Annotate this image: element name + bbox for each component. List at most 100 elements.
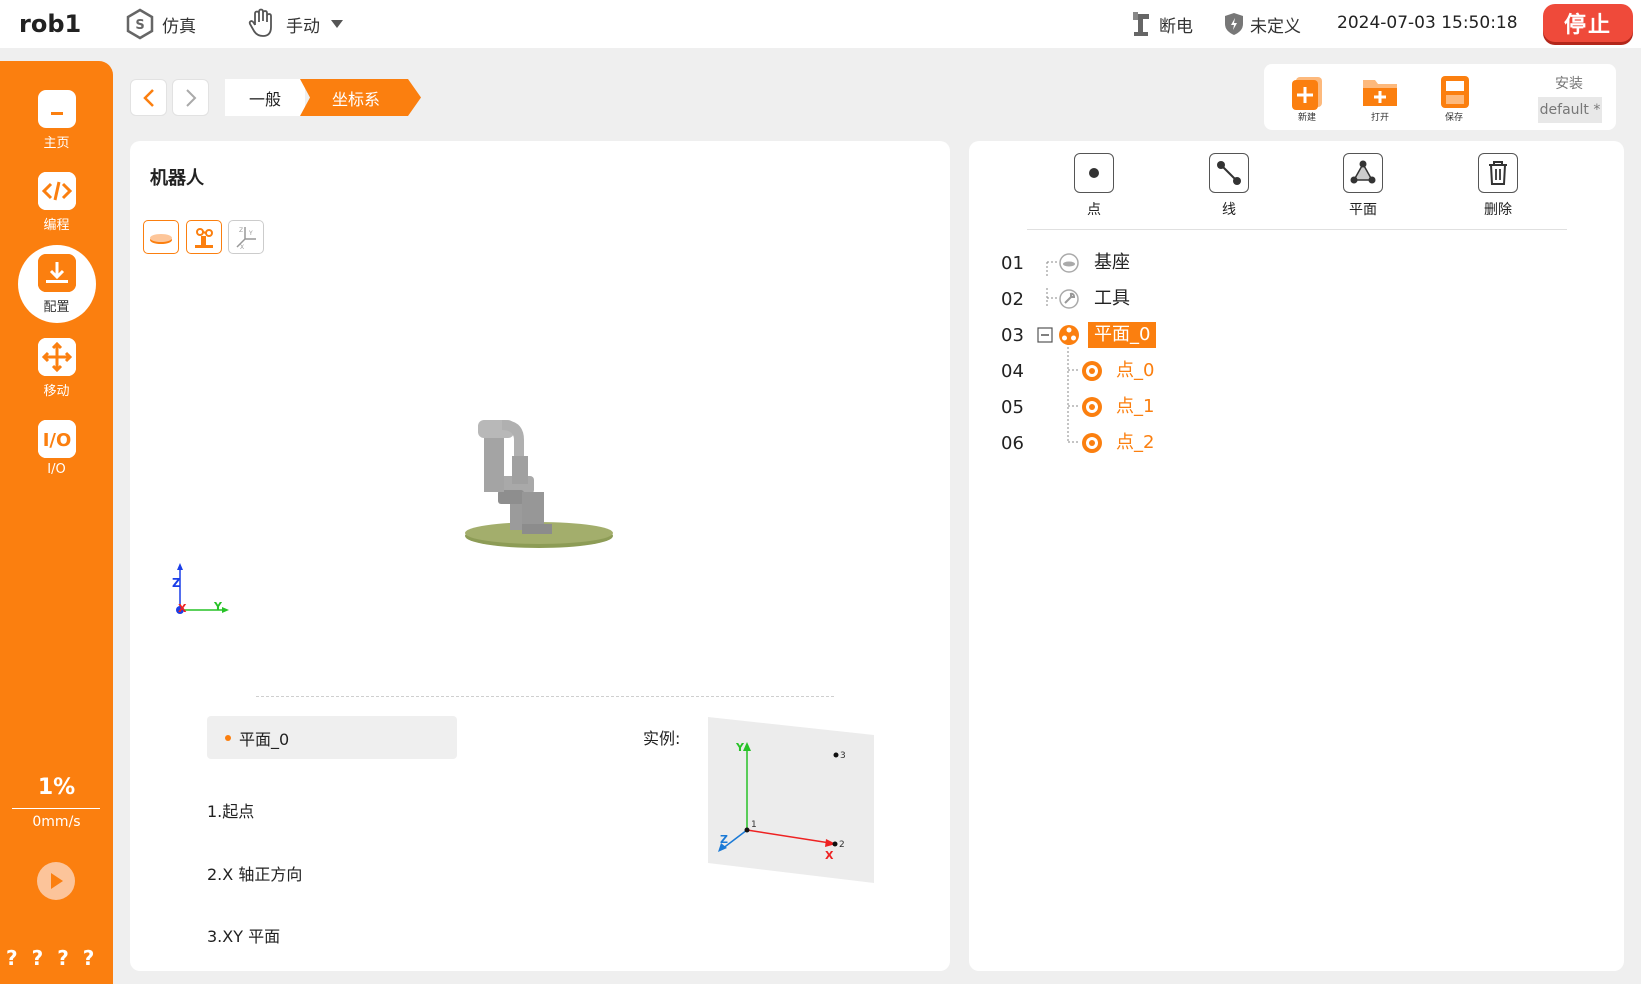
svg-text:X: X xyxy=(240,244,244,251)
sidebar-item-config[interactable]: 配置 xyxy=(0,254,113,324)
tree-row-label: 点_0 xyxy=(1116,360,1155,381)
trash-icon xyxy=(1478,153,1518,193)
tree-row[interactable]: 05 点_1 xyxy=(1001,392,1401,422)
install-label: 安装 xyxy=(1555,76,1583,92)
view-axes-button[interactable]: Z Y X xyxy=(228,220,264,254)
save-label: 保存 xyxy=(1444,113,1463,123)
config-icon xyxy=(37,254,76,292)
tree-row[interactable]: 04 点_0 xyxy=(1001,356,1401,386)
sidebar-item-label: I/O xyxy=(47,462,66,477)
plane-feature-icon xyxy=(1059,325,1079,345)
speed-percent: 1% xyxy=(37,775,76,800)
io-icon: I/O xyxy=(37,420,76,458)
chevron-right-icon xyxy=(185,88,196,107)
example-plane-diagram: Y X Z 1 2 3 xyxy=(708,717,874,883)
axis-z-label: Z xyxy=(172,576,181,590)
sidebar-item-io[interactable]: I/O I/O xyxy=(0,420,113,490)
point-icon xyxy=(1074,153,1114,193)
sidebar-item-program[interactable]: 编程 xyxy=(0,172,113,242)
delete-button[interactable]: 删除 xyxy=(1458,153,1538,219)
sidebar-item-home[interactable]: 主页 xyxy=(0,90,113,160)
tree-row-number: 03 xyxy=(1001,325,1024,346)
robot-name: rob1 xyxy=(19,10,82,38)
new-label: 新建 xyxy=(1297,113,1316,123)
panel-title: 机器人 xyxy=(150,168,204,189)
example-axis-y: Y xyxy=(735,741,745,754)
view-robot-button[interactable] xyxy=(186,220,222,254)
collapse-icon[interactable] xyxy=(1037,327,1053,343)
power-label: 断电 xyxy=(1159,16,1193,37)
sidebar-item-label: 编程 xyxy=(43,218,70,233)
add-plane-button[interactable]: 平面 xyxy=(1323,153,1403,219)
chevron-left-icon xyxy=(142,88,154,107)
datetime: 2024-07-03 15:50:18 xyxy=(1337,13,1518,33)
selected-feature-chip[interactable]: 平面_0 xyxy=(207,716,457,759)
example-axis-z: Z xyxy=(720,833,728,846)
step-2: 2.X 轴正方向 xyxy=(207,865,303,884)
example-point-2: 2 xyxy=(839,840,845,850)
view-base-button[interactable] xyxy=(143,220,179,254)
svg-text:Y: Y xyxy=(248,230,253,237)
save-icon xyxy=(1441,76,1469,108)
tree-row-selected[interactable]: 03 平面_0 xyxy=(1001,320,1401,350)
simulation-label: 仿真 xyxy=(162,16,196,37)
code-icon xyxy=(37,172,76,210)
svg-text:Z: Z xyxy=(239,227,243,234)
tool-icon xyxy=(1059,289,1079,309)
home-icon xyxy=(37,90,76,128)
tree-row-number: 06 xyxy=(1001,433,1024,454)
back-button[interactable] xyxy=(130,79,167,116)
breadcrumb-current[interactable]: 坐标系 xyxy=(300,79,422,116)
tree-row-number: 04 xyxy=(1001,361,1024,382)
panel-divider xyxy=(256,696,834,697)
open-button[interactable]: 打开 xyxy=(1358,74,1402,123)
step-3: 3.XY 平面 xyxy=(207,927,281,946)
simulation-icon: S xyxy=(126,8,154,40)
sidebar-item-label: 移动 xyxy=(43,384,70,399)
simulation-toggle[interactable]: S 仿真 xyxy=(124,8,196,40)
safety-status: 未定义 xyxy=(1224,8,1301,40)
add-line-button[interactable]: 线 xyxy=(1189,153,1269,219)
add-point-button[interactable]: 点 xyxy=(1054,153,1134,219)
axes-view-icon: Z Y X xyxy=(236,227,256,251)
chevron-down-icon xyxy=(331,20,343,28)
axis-x-label: X xyxy=(178,602,187,615)
point-feature-icon xyxy=(1082,433,1102,453)
stop-button[interactable]: 停止 xyxy=(1543,4,1633,42)
sidebar: 主页 编程 配置 移动 I/O I/O 1% 0mm/s ???? xyxy=(0,61,113,984)
save-button[interactable]: 保存 xyxy=(1432,74,1476,123)
tree-row-label: 点_1 xyxy=(1116,396,1155,417)
speed-value: 0mm/s xyxy=(32,814,81,830)
hand-icon xyxy=(248,8,272,37)
example-point-1: 1 xyxy=(751,820,757,830)
move-icon xyxy=(37,338,76,376)
forward-button[interactable] xyxy=(172,79,209,116)
sidebar-item-move[interactable]: 移动 xyxy=(0,338,113,408)
breadcrumb-current-label: 坐标系 xyxy=(331,89,380,109)
plane-icon xyxy=(1343,153,1383,193)
base-view-icon xyxy=(150,234,172,244)
tool-label: 平面 xyxy=(1349,202,1377,218)
bullet-dot xyxy=(225,734,231,741)
new-button[interactable]: 新建 xyxy=(1285,74,1329,123)
tree-row[interactable]: 06 点_2 xyxy=(1001,428,1401,458)
tree-row[interactable]: 01 基座 xyxy=(1001,248,1401,278)
install-value[interactable]: default * xyxy=(1538,97,1602,123)
sidebar-item-label: 主页 xyxy=(43,136,70,151)
tree-row[interactable]: 02 工具 xyxy=(1001,284,1401,314)
speed-divider xyxy=(12,808,100,809)
tree-row-label: 点_2 xyxy=(1116,432,1155,453)
open-folder-icon xyxy=(1363,80,1397,106)
robot-arm-icon xyxy=(1133,12,1149,36)
selected-feature-label: 平面_0 xyxy=(239,729,290,749)
svg-text:I/O: I/O xyxy=(42,430,71,451)
safety-label: 未定义 xyxy=(1250,16,1301,37)
new-file-icon xyxy=(1292,77,1322,110)
breadcrumb-general[interactable]: 一般 xyxy=(225,79,305,116)
top-bar: rob1 S 仿真 手动 断电 未定义 2024-07-03 15:50:18 … xyxy=(0,0,1641,48)
tree-row-label: 基座 xyxy=(1094,252,1130,273)
tree-row-label: 工具 xyxy=(1094,288,1130,309)
play-button[interactable] xyxy=(37,862,75,900)
mode-dropdown[interactable]: 手动 xyxy=(246,8,350,40)
tree-divider xyxy=(1027,229,1567,230)
